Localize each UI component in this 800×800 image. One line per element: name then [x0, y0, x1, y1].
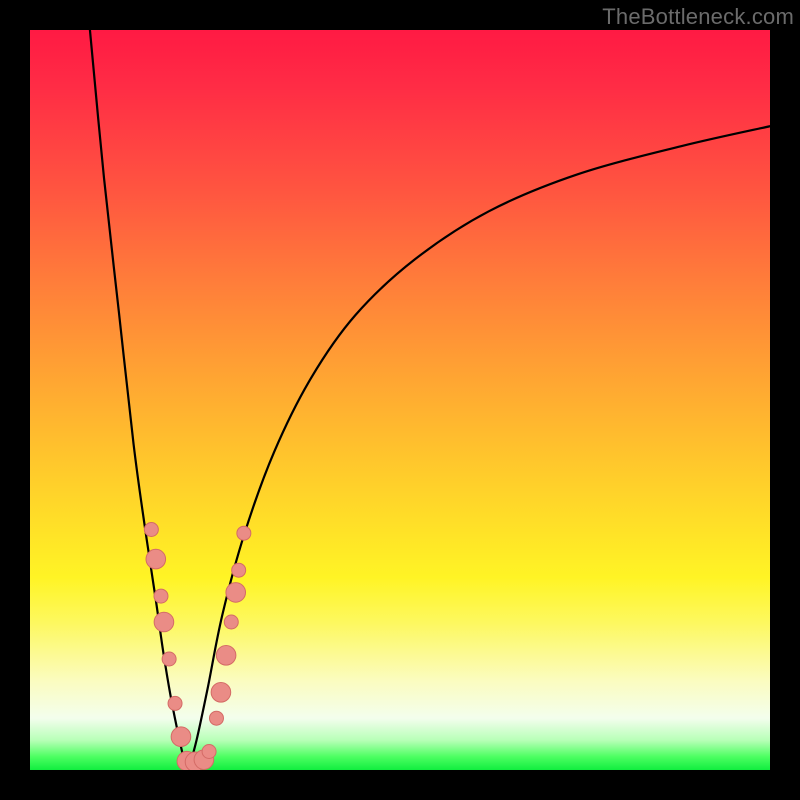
scatter-dot — [226, 583, 246, 603]
scatter-dot — [171, 727, 191, 747]
scatter-dot — [209, 711, 223, 725]
scatter-dot — [216, 646, 236, 666]
curve-right — [188, 126, 770, 770]
scatter-dot — [202, 745, 216, 759]
scatter-dot — [154, 589, 168, 603]
scatter-dot — [162, 652, 176, 666]
scatter-dot — [146, 549, 166, 569]
scatter-dot — [211, 683, 231, 703]
watermark-text: TheBottleneck.com — [602, 4, 794, 30]
scatter-dot — [144, 523, 158, 537]
scatter-dot — [224, 615, 238, 629]
scatter-dot — [237, 526, 251, 540]
chart-svg — [30, 30, 770, 770]
outer-frame: TheBottleneck.com — [0, 0, 800, 800]
scatter-dot — [154, 612, 174, 632]
scatter-dot — [168, 696, 182, 710]
plot-area — [30, 30, 770, 770]
scatter-dot — [232, 563, 246, 577]
